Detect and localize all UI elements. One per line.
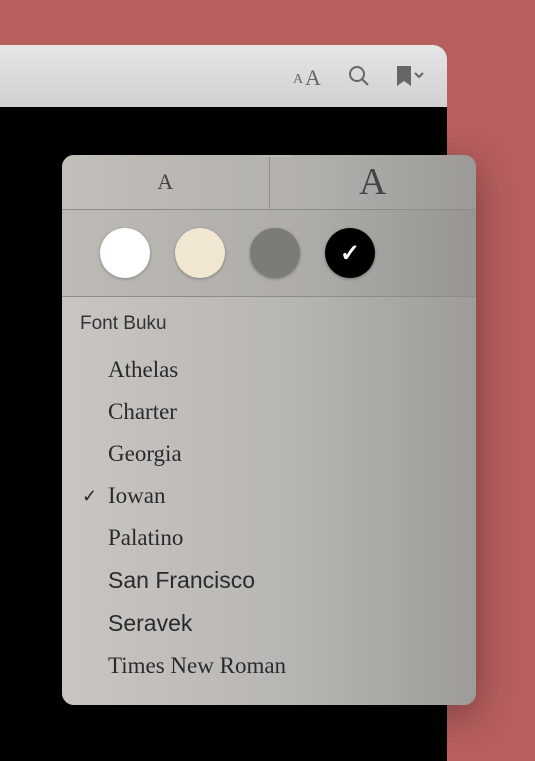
font-list: Athelas Charter Georgia ✓ Iowan Palatino San F… — [80, 349, 458, 687]
font-option-iowan[interactable]: ✓ Iowan — [80, 475, 458, 517]
font-section-header: Font Buku — [80, 313, 458, 335]
font-section: Font Buku Athelas Charter Georgia ✓ Iowan Pal… — [62, 297, 476, 705]
increase-font-size-button[interactable]: A — [270, 155, 477, 209]
toolbar: A A — [0, 45, 447, 107]
font-option-label: Seravek — [108, 610, 192, 637]
bookmark-icon[interactable] — [393, 64, 425, 88]
font-option-charter[interactable]: Charter — [80, 391, 458, 433]
font-option-label: Charter — [108, 399, 177, 425]
font-option-label: Georgia — [108, 441, 182, 467]
small-a-label: A — [157, 169, 173, 195]
font-option-label: Iowan — [108, 483, 165, 509]
font-option-athelas[interactable]: Athelas — [80, 349, 458, 391]
theme-black-swatch[interactable]: ✓ — [325, 228, 375, 278]
theme-row: ✓ — [62, 210, 476, 297]
popover-arrow — [260, 155, 292, 157]
font-option-label: Times New Roman — [108, 653, 286, 679]
font-option-georgia[interactable]: Georgia — [80, 433, 458, 475]
check-icon: ✓ — [340, 239, 360, 268]
font-option-label: Athelas — [108, 357, 178, 383]
large-a-label: A — [359, 160, 386, 204]
theme-gray-swatch[interactable] — [250, 228, 300, 278]
font-option-label: San Francisco — [108, 567, 255, 594]
theme-sepia-swatch[interactable] — [175, 228, 225, 278]
svg-text:A: A — [293, 72, 304, 87]
decrease-font-size-button[interactable]: A — [62, 155, 270, 209]
check-icon: ✓ — [82, 486, 97, 507]
font-option-palatino[interactable]: Palatino — [80, 517, 458, 559]
font-size-row: A A — [62, 155, 476, 210]
theme-white-swatch[interactable] — [100, 228, 150, 278]
font-option-san-francisco[interactable]: San Francisco — [80, 559, 458, 602]
appearance-icon[interactable]: A A — [291, 64, 325, 88]
reader-window: A A A A — [0, 45, 447, 761]
font-option-seravek[interactable]: Seravek — [80, 602, 458, 645]
font-option-times-new-roman[interactable]: Times New Roman — [80, 645, 458, 687]
search-icon[interactable] — [347, 64, 371, 88]
appearance-popover: A A ✓ Font Buku Athelas Charter Georgia ✓ Io… — [62, 155, 476, 705]
font-option-label: Palatino — [108, 525, 183, 551]
svg-text:A: A — [305, 65, 321, 88]
